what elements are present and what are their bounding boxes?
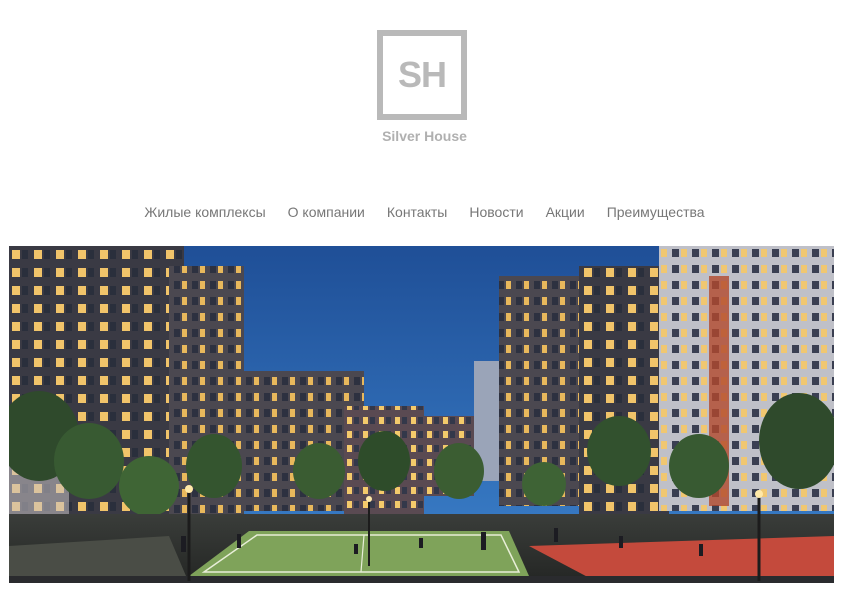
nav-item-about[interactable]: О компании [288, 204, 365, 220]
nav-item-residential-complexes[interactable]: Жилые комплексы [144, 204, 265, 220]
main-nav: Жилые комплексы О компании Контакты Ново… [0, 204, 849, 220]
brand-name: Silver House [382, 128, 467, 144]
nav-item-promotions[interactable]: Акции [546, 204, 585, 220]
nav-item-news[interactable]: Новости [469, 204, 523, 220]
hero-illustration [9, 246, 834, 583]
hero-image [9, 246, 834, 583]
nav-item-contacts[interactable]: Контакты [387, 204, 447, 220]
logo-monogram: SH [397, 54, 447, 95]
logo-mark[interactable]: SH [377, 30, 467, 120]
nav-item-advantages[interactable]: Преимущества [607, 204, 705, 220]
